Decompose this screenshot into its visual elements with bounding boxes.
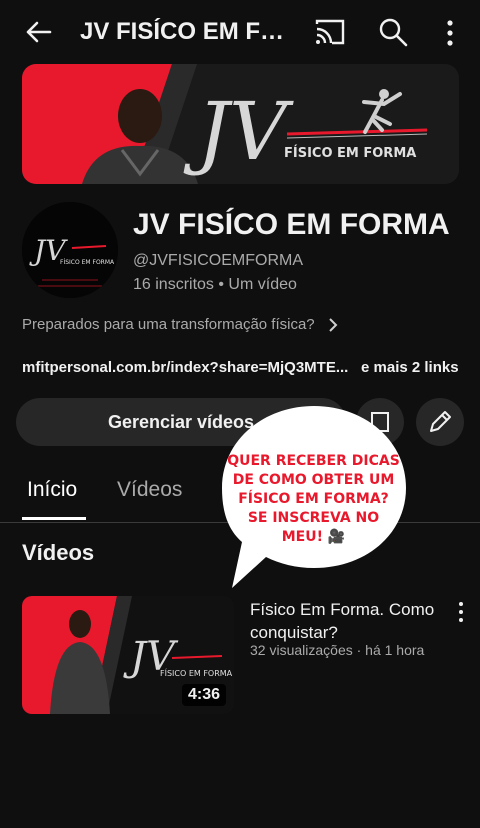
banner-logo-text: JV [183, 85, 294, 178]
banner-subtitle: FÍSICO EM FORMA [284, 145, 416, 161]
more-vert-icon[interactable] [440, 18, 460, 48]
tab-inicio[interactable]: Início [27, 478, 77, 502]
top-bar: JV FISÍCO EM FORMA [0, 0, 480, 64]
avatar-logo: JV FÍSICO EM FORMA [22, 202, 118, 298]
channel-description[interactable]: Preparados para uma transformação física… [22, 316, 339, 333]
channel-links: mfitpersonal.com.br/index?share=MjQ3MTE.… [22, 359, 462, 376]
channel-link[interactable]: mfitpersonal.com.br/index?share=MjQ3MTE.… [22, 359, 348, 376]
page-title: JV FISÍCO EM FORMA [80, 18, 300, 45]
banner-artwork: JV FÍSICO EM FORMA [22, 64, 459, 184]
video-duration: 4:36 [181, 684, 226, 706]
channel-name: JV FISÍCO EM FORMA [133, 208, 450, 241]
section-title: Vídeos [22, 540, 95, 565]
active-tab-indicator [22, 517, 86, 520]
thumbnail-subtitle: FÍSICO EM FORMA [160, 667, 233, 678]
pencil-icon [430, 411, 451, 432]
more-links[interactable]: e mais 2 links [361, 359, 459, 376]
channel-stats: 16 inscritos • Um vídeo [133, 276, 297, 293]
speech-bubble-text: QUER RECEBER DICAS DE COMO OBTER UM FÍSI… [227, 453, 400, 545]
avatar-subtitle: FÍSICO EM FORMA [60, 259, 115, 266]
video-thumbnail[interactable]: JV FÍSICO EM FORMA 4:36 [22, 596, 234, 714]
video-title[interactable]: Físico Em Forma. Como conquistar? [250, 598, 442, 644]
description-text: Preparados para uma transformação física… [22, 316, 315, 333]
video-meta: 32 visualizações · há 1 hora [250, 642, 425, 658]
video-item[interactable]: JV FÍSICO EM FORMA 4:36 Físico Em Forma.… [22, 596, 472, 716]
edit-channel-button[interactable] [416, 398, 464, 446]
channel-avatar[interactable]: JV FÍSICO EM FORMA [22, 202, 118, 298]
search-icon[interactable] [378, 17, 408, 47]
back-arrow-icon[interactable] [22, 16, 54, 48]
video-more-icon[interactable] [456, 600, 466, 624]
tab-videos[interactable]: Vídeos [117, 478, 182, 502]
channel-handle: @JVFISICOEMFORMA [133, 252, 304, 269]
cast-icon[interactable] [314, 18, 346, 46]
chevron-right-icon [328, 317, 338, 332]
channel-banner: JV FÍSICO EM FORMA [22, 64, 459, 184]
